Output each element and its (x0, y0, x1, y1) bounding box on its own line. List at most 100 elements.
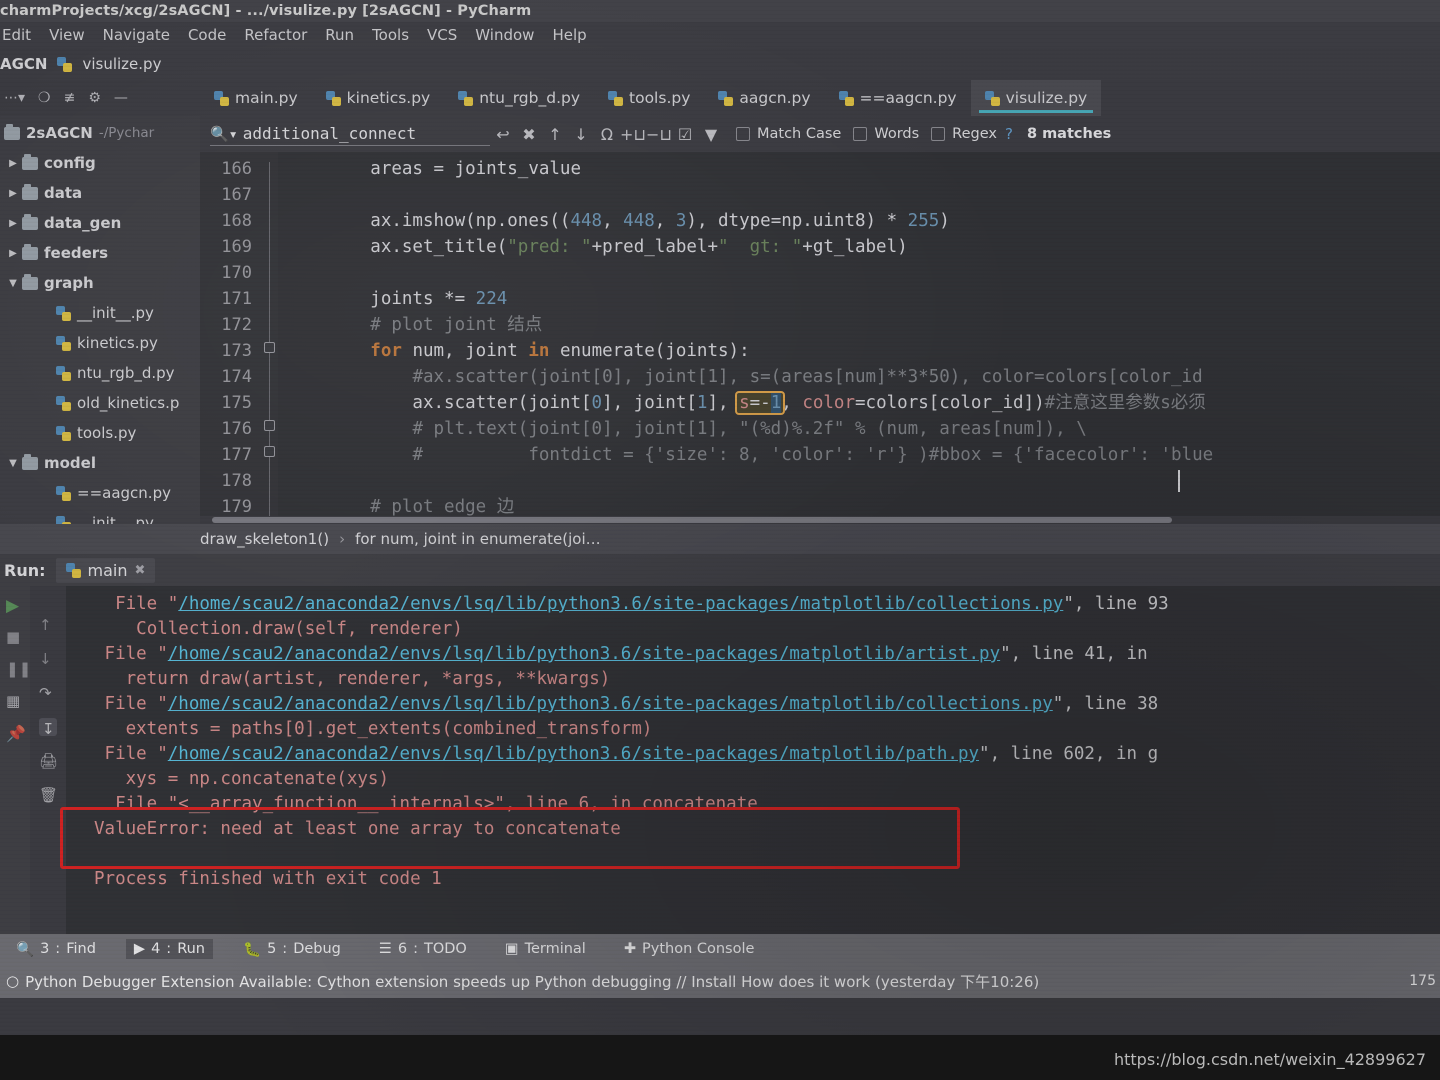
statusbar-item-python-console[interactable]: ✚ Python Console (616, 939, 763, 959)
code-line[interactable]: for num, joint in enumerate(joints): (286, 338, 1440, 364)
menu-item-refactor[interactable]: Refactor (244, 26, 307, 44)
collapse-all-icon[interactable]: ❍ (38, 90, 51, 106)
code-line[interactable] (286, 260, 1440, 286)
code-line[interactable]: ax.scatter(joint[0], joint[1], s=-1, col… (286, 390, 1440, 416)
chevron-right-icon[interactable]: ▶ (4, 248, 22, 259)
select-all-icon[interactable]: Ω (594, 125, 620, 144)
menu-item-window[interactable]: Window (475, 26, 534, 44)
settings-gear-icon[interactable]: ⚙ (88, 90, 101, 106)
line-column-indicator[interactable]: 175 (1409, 973, 1440, 989)
clear-all-icon[interactable]: 🗑 (39, 786, 58, 804)
code-line[interactable]: # plot joint 结点 (286, 312, 1440, 338)
statusbar-item-debug[interactable]: 🐛 5: Debug (235, 939, 349, 960)
editor-horizontal-scrollbar[interactable] (200, 516, 1440, 524)
chevron-down-icon[interactable]: ▼ (4, 278, 22, 289)
project-tree-item[interactable]: ▼ model (0, 448, 200, 478)
checkbox-box[interactable] (853, 127, 868, 141)
menu-item-view[interactable]: View (49, 26, 85, 44)
tab-visulize-py[interactable]: visulize.py (970, 80, 1102, 116)
pause-icon[interactable]: ❚❚ (6, 660, 31, 678)
chevron-down-icon[interactable]: ▼ (4, 458, 22, 469)
project-tree-item[interactable]: __init__.py (0, 508, 200, 524)
scroll-to-end-icon[interactable]: ↧ (39, 718, 57, 738)
search-input[interactable]: 🔍▾ additional_connect (210, 122, 490, 146)
breadcrumb[interactable]: draw_skeleton1() › for num, joint in enu… (0, 524, 1440, 554)
add-occurrence-icon[interactable]: +⊔ (620, 125, 646, 144)
run-console-output[interactable]: File "/home/scau2/anaconda2/envs/lsq/lib… (66, 586, 1440, 934)
statusbar-item-terminal[interactable]: ▣ Terminal (497, 939, 594, 959)
breadcrumb-statement[interactable]: for num, joint in enumerate(joi… (355, 530, 601, 548)
project-tree-item[interactable]: ▶ config (0, 148, 200, 178)
code-line[interactable]: areas = joints_value (286, 156, 1440, 182)
run-tab-main[interactable]: main ✖ (55, 557, 156, 583)
code-line[interactable]: # fontdict = {'size': 8, 'color': 'r'} )… (286, 442, 1440, 468)
next-match-icon[interactable]: ↓ (568, 125, 594, 144)
console-file-link[interactable]: /home/scau2/anaconda2/envs/lsq/lib/pytho… (178, 594, 1063, 614)
tab-eq-aagcn-py[interactable]: ==aagcn.py (825, 80, 971, 116)
code-line[interactable]: # plt.text(joint[0], joint[1], "(%d)%.2f… (286, 416, 1440, 442)
project-tree-item[interactable]: ntu_rgb_d.py (0, 358, 200, 388)
print-icon[interactable]: 🖨 (39, 752, 58, 770)
close-icon[interactable]: ✖ (134, 563, 145, 578)
words-checkbox[interactable]: Words (853, 126, 919, 142)
menu-item-vcs[interactable]: VCS (427, 26, 457, 44)
fold-marker[interactable] (264, 420, 275, 431)
hide-icon[interactable]: — (114, 90, 128, 106)
code-line[interactable]: ax.imshow(np.ones((448, 448, 3), dtype=n… (286, 208, 1440, 234)
prev-match-icon[interactable]: ↑ (542, 125, 568, 144)
select-all-occurrences-icon[interactable]: ☑ (672, 125, 698, 144)
project-tree-item[interactable]: tools.py (0, 418, 200, 448)
expand-all-icon[interactable]: ≢ (64, 90, 76, 106)
filter-icon[interactable]: ▼ (698, 125, 724, 144)
tab-ntu-rgb-d-py[interactable]: ntu_rgb_d.py (444, 80, 594, 116)
ellipsis-dropdown-icon[interactable]: ⋯▾ (4, 90, 25, 106)
history-icon[interactable]: ↩ (490, 125, 516, 144)
project-tree-item[interactable]: ==aagcn.py (0, 478, 200, 508)
pin-tab-icon[interactable]: 📌 (6, 724, 26, 743)
project-tree-item[interactable]: ▶ feeders (0, 238, 200, 268)
clear-icon[interactable]: ✖ (516, 125, 542, 144)
project-tree[interactable]: 2sAGCN -/Pychar ▶ config ▶ data ▶ data_gen ▶ fe… (0, 116, 200, 524)
fold-marker[interactable] (264, 342, 275, 353)
code-line[interactable] (286, 182, 1440, 208)
code-text[interactable]: areas = joints_value ax.imshow(np.ones((… (278, 152, 1440, 516)
checkbox-box[interactable] (931, 127, 946, 141)
tab-main-py[interactable]: main.py (200, 80, 312, 116)
menu-item-edit[interactable]: Edit (2, 26, 31, 44)
statusbar-item-find[interactable]: 🔍 3: Find (8, 939, 104, 960)
soft-wrap-icon[interactable]: ↷ (39, 684, 57, 702)
scroll-down-icon[interactable]: ↓ (39, 650, 57, 668)
chevron-right-icon[interactable]: ▶ (4, 158, 22, 169)
navigation-bar[interactable]: AGCN visulize.py (0, 48, 1440, 80)
menu-item-navigate[interactable]: Navigate (103, 26, 170, 44)
menu-item-run[interactable]: Run (325, 26, 354, 44)
menu-item-code[interactable]: Code (188, 26, 226, 44)
project-tree-item[interactable]: kinetics.py (0, 328, 200, 358)
tab-tools-py[interactable]: tools.py (594, 80, 704, 116)
regex-checkbox[interactable]: Regex (931, 126, 997, 142)
remove-occurrence-icon[interactable]: −⊔ (646, 125, 672, 144)
tab-aagcn-py[interactable]: aagcn.py (704, 80, 824, 116)
scroll-up-icon[interactable]: ↑ (39, 616, 57, 634)
console-file-link[interactable]: /home/scau2/anaconda2/envs/lsq/lib/pytho… (168, 744, 979, 764)
code-line[interactable] (286, 468, 1440, 494)
scrollbar-thumb[interactable] (212, 517, 1172, 523)
project-tree-item[interactable]: __init__.py (0, 298, 200, 328)
search-dropdown-icon[interactable]: 🔍▾ (210, 125, 238, 143)
console-file-link[interactable]: /home/scau2/anaconda2/envs/lsq/lib/pytho… (168, 694, 1053, 714)
console-file-link[interactable]: /home/scau2/anaconda2/envs/lsq/lib/pytho… (168, 644, 1000, 664)
fold-marker[interactable] (264, 446, 275, 457)
project-tree-item[interactable]: ▶ data (0, 178, 200, 208)
statusbar-item-todo[interactable]: ☰ 6: TODO (371, 939, 475, 959)
code-line[interactable]: joints *= 224 (286, 286, 1440, 312)
help-icon[interactable]: ? (1005, 125, 1013, 143)
notification-text[interactable]: Python Debugger Extension Available: Cyt… (25, 971, 1039, 992)
code-line[interactable]: # plot edge 边 (286, 494, 1440, 516)
statusbar-item-run[interactable]: ▶ 4: Run (125, 939, 213, 959)
chevron-right-icon[interactable]: ▶ (4, 188, 22, 199)
checkbox-box[interactable] (736, 127, 750, 141)
chevron-right-icon[interactable]: ▶ (4, 218, 22, 229)
code-line[interactable]: ax.set_title("pred: "+pred_label+" gt: "… (286, 234, 1440, 260)
project-tree-item[interactable]: ▶ data_gen (0, 208, 200, 238)
menu-item-tools[interactable]: Tools (372, 26, 409, 44)
